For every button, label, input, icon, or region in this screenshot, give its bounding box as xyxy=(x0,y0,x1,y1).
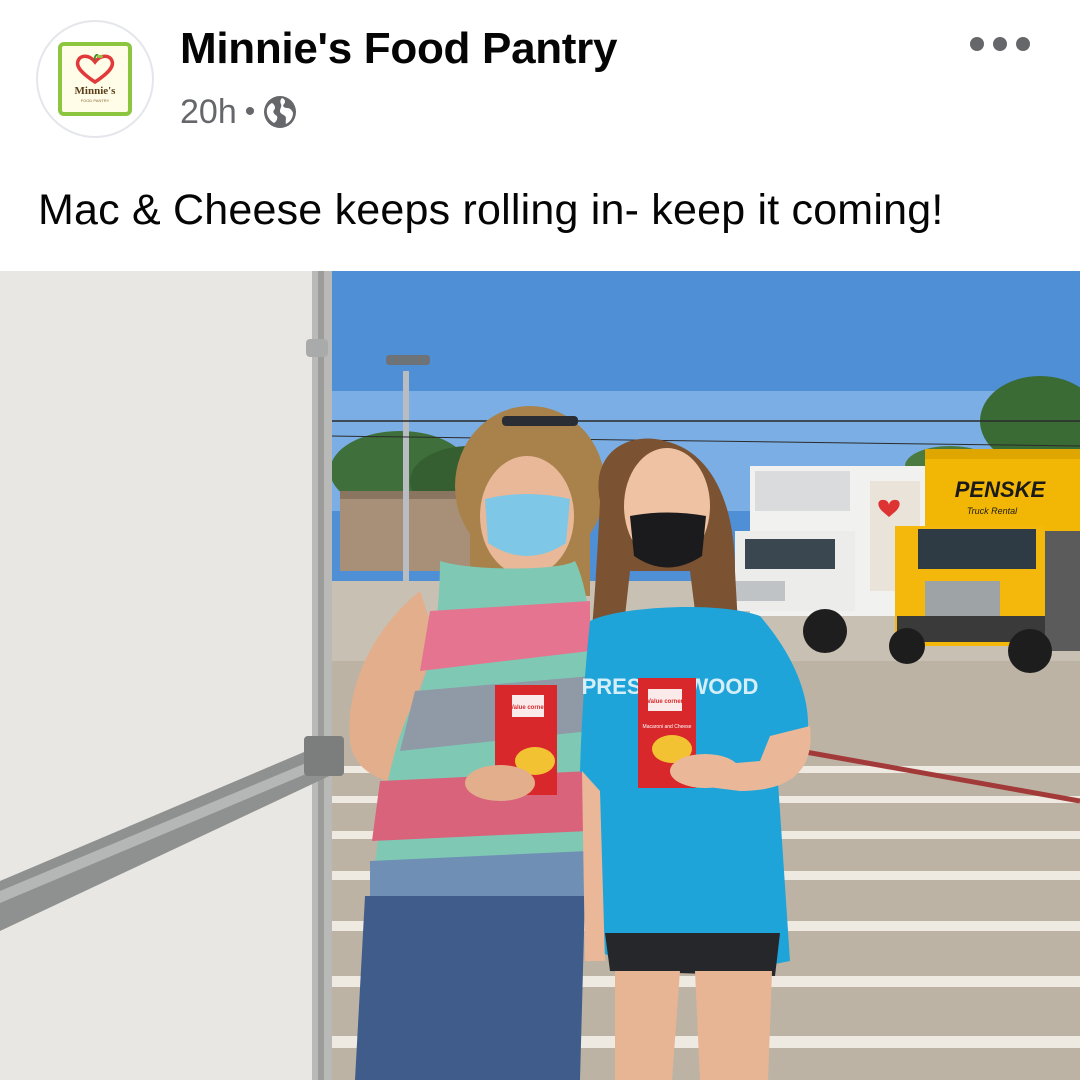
logo-text: Minnie's xyxy=(74,85,116,97)
meta-separator: • xyxy=(244,95,256,128)
more-options-icon[interactable] xyxy=(970,30,1030,58)
box-brand-right: Value corner xyxy=(647,699,684,705)
logo-subtext: FOOD PANTRY xyxy=(80,98,110,103)
page-avatar[interactable]: Minnie's FOOD PANTRY xyxy=(36,20,154,138)
box-product-right: Macaroni and Cheese xyxy=(643,724,692,730)
post-photo[interactable]: PENSKE Truck Rental Value corner Value c… xyxy=(0,271,1080,1080)
heart-logo-icon xyxy=(75,54,115,84)
pantry-logo: Minnie's FOOD PANTRY xyxy=(58,42,132,116)
globe-icon[interactable] xyxy=(263,95,297,129)
more-dot xyxy=(1016,37,1030,51)
more-dot xyxy=(993,37,1007,51)
page-name-link[interactable]: Minnie's Food Pantry xyxy=(180,24,617,74)
truck-sign: PENSKE xyxy=(955,477,1047,502)
post-caption: Mac & Cheese keeps rolling in- keep it c… xyxy=(38,186,944,234)
truck-subsign: Truck Rental xyxy=(967,506,1018,516)
white-wall xyxy=(0,271,320,1080)
more-dot xyxy=(970,37,984,51)
light-pole xyxy=(403,371,409,591)
post-meta: 20h • xyxy=(180,90,297,134)
post-timestamp[interactable]: 20h xyxy=(180,93,237,132)
box-brand-left: Value corner xyxy=(510,705,547,711)
post-header: Minnie's FOOD PANTRY Minnie's Food Pantr… xyxy=(0,0,1080,160)
